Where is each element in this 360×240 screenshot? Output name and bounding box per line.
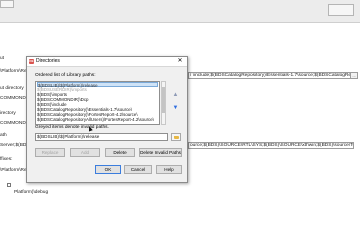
directories-dialog: DE Directories ✕ Ordered list of Library… — [26, 56, 188, 183]
folder-icon — [174, 136, 179, 139]
delete-invalid-paths-button[interactable]: Delete Invalid Paths — [139, 148, 182, 157]
browsing-path-field[interactable]: ource;$(BDS)\SOURCE\RTL\SYS;$(BDS)\SOURC… — [188, 142, 354, 149]
option-value-debug-path: Platform)\debug — [14, 190, 49, 195]
dialog-title: Directories — [36, 58, 60, 64]
list-scrollbar[interactable] — [161, 81, 166, 125]
help-button[interactable]: Help — [156, 165, 182, 174]
library-path-browse-button[interactable]: ... — [350, 72, 358, 79]
option-value-output-dir: \Platform\Rel — [0, 69, 28, 74]
dialog-titlebar: DE Directories ✕ — [27, 57, 187, 67]
background-top-right-button[interactable] — [328, 4, 354, 16]
scrollbar-thumb[interactable] — [162, 87, 165, 113]
option-value-suffix-path: \Platform\Rel — [0, 168, 28, 173]
option-checkbox[interactable] — [7, 183, 11, 187]
library-paths-label: Ordered list of Library paths: — [35, 73, 96, 78]
library-paths-list[interactable]: $(BDSLIB)\$(Platform)\release $(BDSUSERD… — [35, 81, 160, 125]
option-label-output-directory: ut directory — [0, 86, 24, 91]
move-up-icon[interactable]: ▲ — [172, 92, 179, 98]
replace-button[interactable]: Replace — [35, 148, 65, 157]
path-input[interactable]: $(BDSLIB)\$(Platform)\release — [35, 133, 168, 141]
app-icon: DE — [29, 59, 34, 64]
option-label-suffixes: ffixes: — [0, 157, 13, 162]
cancel-button[interactable]: Cancel — [124, 165, 152, 174]
ok-button[interactable]: OK — [95, 165, 121, 174]
option-label-output: ut — [0, 56, 5, 61]
move-down-icon[interactable]: ▼ — [172, 105, 179, 111]
option-label-path: ath — [0, 133, 7, 138]
background-toolbar — [0, 0, 360, 23]
greyed-items-note: Greyed items denote invalid paths. — [35, 125, 109, 130]
browse-folder-button[interactable] — [171, 133, 181, 141]
option-label-directory: irectory — [0, 111, 16, 116]
close-icon[interactable]: ✕ — [173, 57, 187, 66]
background-top-left-button[interactable] — [0, 0, 14, 8]
list-item[interactable]: $(BDSCatalogRepositoryAllUsers)\FortesRe… — [37, 117, 154, 122]
add-button[interactable]: Add — [70, 148, 100, 157]
library-path-field[interactable]: / \include;$(BDSCatalogRepository)\Essen… — [188, 72, 354, 79]
delete-button[interactable]: Delete — [105, 148, 135, 157]
